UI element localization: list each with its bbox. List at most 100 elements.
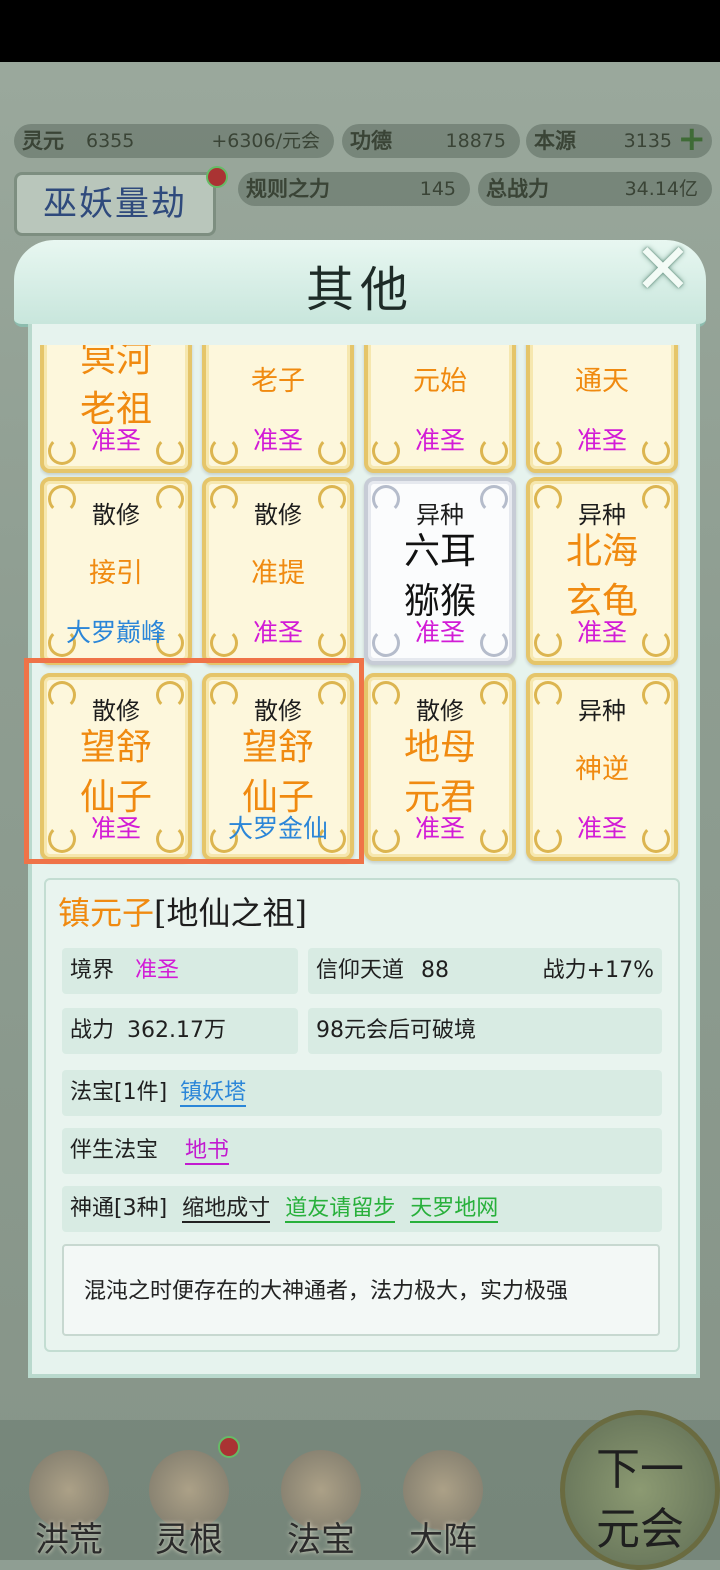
card-category: 散修	[254, 697, 302, 725]
card-name-line1: 通天	[575, 366, 629, 397]
card-name-line1: 望舒	[241, 727, 314, 768]
skills-row: 神通[3种] 缩地成寸 道友请留步 天罗地网	[62, 1186, 662, 1232]
description-box: 混沌之时便存在的大神通者，法力极大，实力极强	[62, 1244, 660, 1336]
lingyuan-rate: +6306/元会	[211, 130, 320, 152]
card-category: 异种	[578, 697, 626, 725]
realm-row: 境界 准圣	[62, 948, 298, 994]
character-card[interactable]: 通天 准圣	[526, 345, 678, 473]
skill-link-2[interactable]: 道友请留步	[285, 1196, 396, 1223]
card-rank: 准圣	[414, 426, 465, 455]
card-category: 异种	[578, 501, 626, 529]
card-name-line1: 六耳	[403, 531, 476, 572]
nav-label: 灵根	[155, 1520, 223, 1560]
character-card[interactable]: 散修 接引 大罗巅峰	[40, 477, 192, 665]
card-rank: 准圣	[252, 618, 303, 647]
card-rank: 大罗巅峰	[65, 618, 166, 647]
power-stat: 总战力 34.14亿	[478, 172, 712, 206]
character-card[interactable]: 老子 准圣	[202, 345, 354, 473]
breakthrough-text: 98元会后可破境	[316, 1018, 476, 1043]
detail-title: 镇元子[地仙之祖]	[58, 888, 307, 934]
nav-linggen[interactable]: 灵根	[134, 1436, 244, 1560]
card-name-line1: 北海	[565, 531, 638, 572]
card-rank: 准圣	[576, 426, 627, 455]
lingyuan-stat: 灵元 6355 +6306/元会	[14, 124, 334, 158]
notification-dot	[206, 166, 228, 188]
character-card[interactable]: 异种 北海 玄龟 准圣	[526, 477, 678, 665]
card-name-line1: 接引	[89, 558, 143, 589]
lingyuan-value: 6355	[86, 130, 135, 152]
lingyuan-label: 灵元	[22, 129, 64, 153]
card-rank: 大罗金仙	[227, 814, 328, 843]
power-label: 总战力	[486, 177, 549, 201]
notification-dot	[218, 1436, 240, 1458]
gongde-stat: 功德 18875	[342, 124, 520, 158]
card-name-line1: 冥河	[79, 345, 152, 380]
nav-honghuang[interactable]: 洪荒	[14, 1450, 124, 1560]
card-rank: 准圣	[90, 426, 141, 455]
power-label: 战力	[70, 1018, 115, 1043]
card-rank: 准圣	[576, 618, 627, 647]
card-name-line1: 准提	[251, 558, 305, 589]
card-name-line1: 老子	[251, 366, 305, 397]
card-rank: 准圣	[576, 814, 627, 843]
character-card[interactable]: 散修 准提 准圣	[202, 477, 354, 665]
rules-label: 规则之力	[246, 177, 330, 201]
character-card[interactable]: 散修 地母 元君 准圣	[364, 673, 516, 861]
character-card[interactable]: 异种 六耳 猕猴 准圣	[364, 477, 516, 665]
nav-label: 大阵	[409, 1520, 477, 1560]
plus-icon[interactable]: +	[678, 122, 707, 156]
next-era-line1: 下一	[596, 1444, 684, 1495]
character-grid: 冥河 老祖 准圣 老子 准圣 元始 准圣 通天 准圣 散修 接引 大罗巅峰 散修 准提 准圣 异种 六耳 猕猴 准圣…	[40, 345, 680, 865]
card-rank: 准圣	[414, 814, 465, 843]
benyuan-value: 3135	[623, 130, 672, 152]
next-era-button[interactable]: 下一 元会	[560, 1410, 720, 1570]
power-value: 362.17万	[127, 1018, 226, 1043]
character-title: [地仙之祖]	[154, 894, 307, 932]
treasure-label: 法宝[1件]	[70, 1080, 168, 1105]
nav-label: 法宝	[287, 1520, 355, 1560]
status-bar	[0, 0, 720, 62]
card-category: 散修	[416, 697, 464, 725]
character-card[interactable]: 冥河 老祖 准圣	[40, 345, 192, 473]
nav-fabao[interactable]: 法宝	[266, 1450, 376, 1560]
realm-label: 境界	[70, 958, 115, 983]
skill-link-3[interactable]: 天罗地网	[410, 1196, 499, 1223]
faith-label: 信仰天道	[316, 958, 405, 983]
dialog-header: 其他	[14, 240, 706, 327]
faith-value: 88	[421, 958, 450, 983]
power-row: 战力 362.17万	[62, 1008, 298, 1054]
character-card[interactable]: 散修 望舒 仙子 准圣	[40, 673, 192, 861]
skills-label: 神通[3种]	[70, 1196, 168, 1221]
character-card[interactable]: 异种 神逆 准圣	[526, 673, 678, 861]
card-category: 散修	[92, 501, 140, 529]
detail-panel: 镇元子[地仙之祖] 境界 准圣 信仰天道 88 战力+17% 战力 362.17…	[44, 878, 680, 1352]
card-rank: 准圣	[414, 618, 465, 647]
faith-row: 信仰天道 88 战力+17%	[308, 948, 662, 994]
treasure-link[interactable]: 镇妖塔	[180, 1080, 247, 1107]
power-value: 34.14亿	[624, 178, 698, 200]
mode-button[interactable]: 巫妖量劫	[14, 172, 216, 236]
nav-label: 洪荒	[35, 1520, 103, 1560]
companion-row: 伴生法宝 地书	[62, 1128, 662, 1174]
close-icon[interactable]: ✕	[628, 234, 698, 304]
card-category: 散修	[254, 501, 302, 529]
card-category: 散修	[92, 697, 140, 725]
gongde-label: 功德	[350, 129, 392, 153]
rules-value: 145	[419, 178, 456, 200]
skill-link-1[interactable]: 缩地成寸	[182, 1196, 271, 1223]
benyuan-stat[interactable]: 本源 3135 +	[526, 122, 712, 158]
faith-bonus: 战力+17%	[542, 958, 654, 983]
companion-link[interactable]: 地书	[185, 1138, 230, 1165]
card-name-line1: 元始	[413, 366, 467, 397]
nav-dazhen[interactable]: 大阵	[388, 1450, 498, 1560]
breakthrough-row: 98元会后可破境	[308, 1008, 662, 1054]
character-name: 镇元子	[58, 894, 155, 932]
rules-stat: 规则之力 145	[238, 172, 470, 206]
character-card[interactable]: 元始 准圣	[364, 345, 516, 473]
gongde-value: 18875	[445, 130, 506, 152]
character-card[interactable]: 散修 望舒 仙子 大罗金仙	[202, 673, 354, 861]
card-category: 异种	[416, 501, 464, 529]
card-rank: 准圣	[252, 426, 303, 455]
realm-value: 准圣	[135, 958, 180, 983]
card-name-line1: 地母	[403, 727, 476, 768]
